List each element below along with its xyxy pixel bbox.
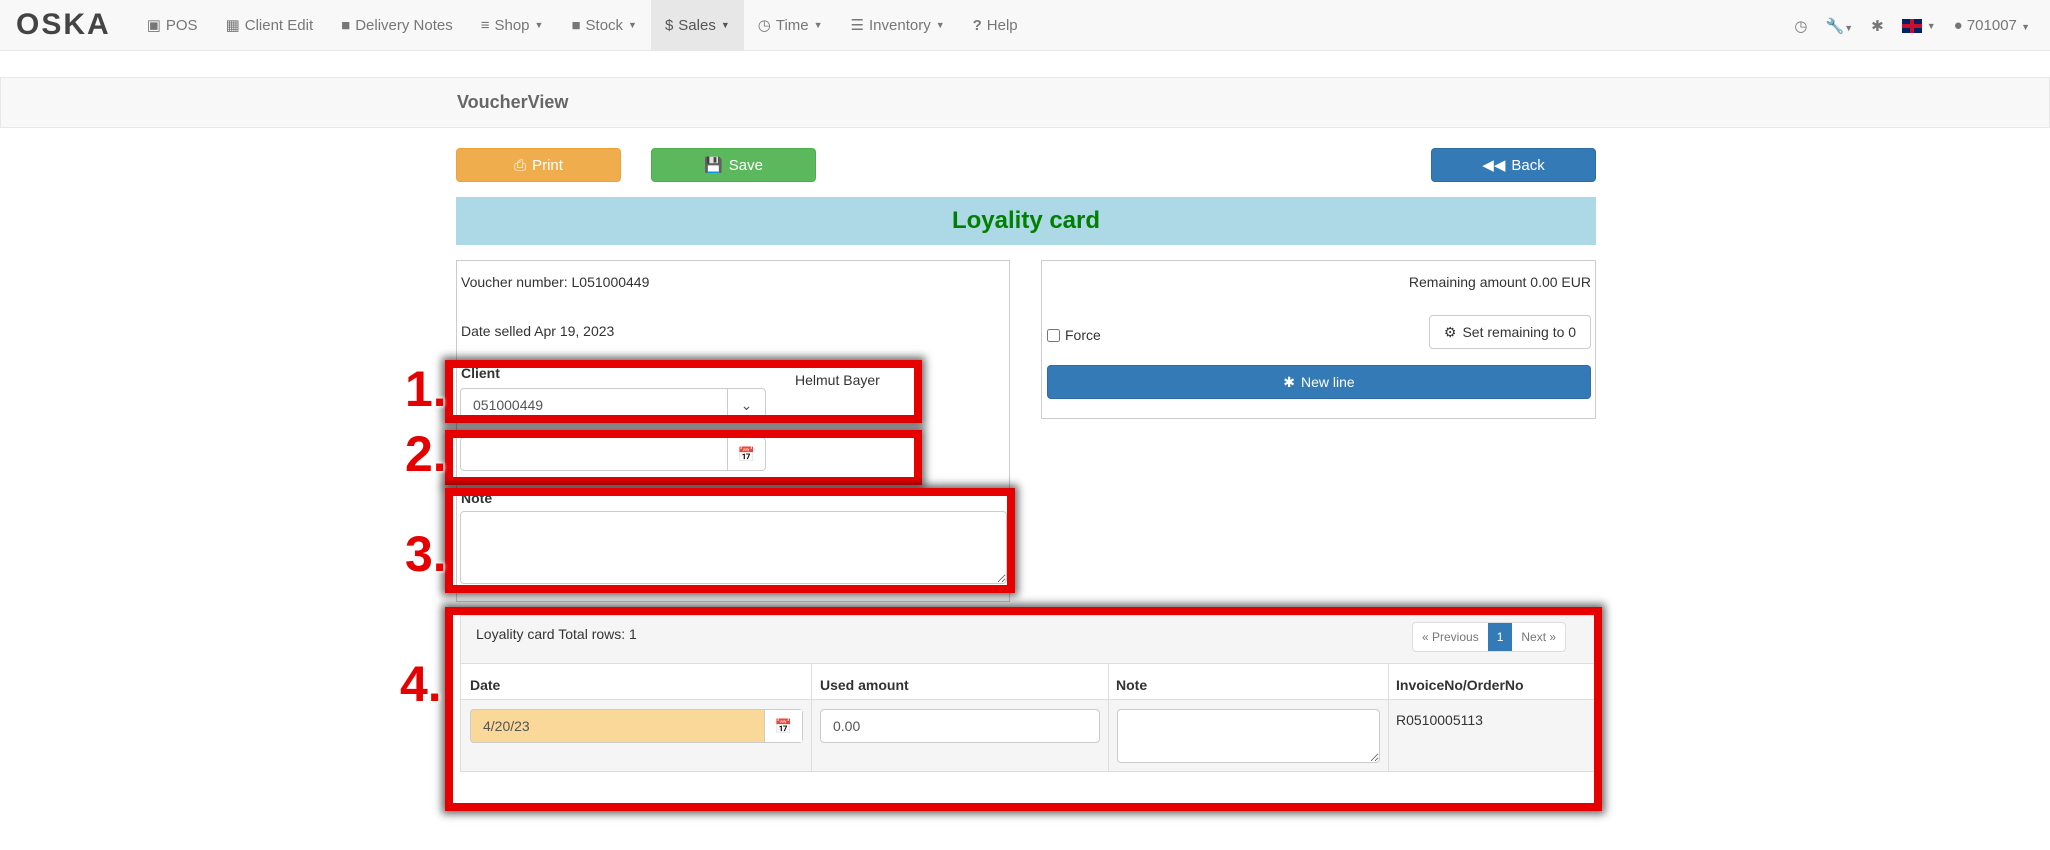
nav-stock[interactable]: ■ Stock ▼ bbox=[557, 0, 651, 51]
print-button[interactable]: ⎙ Print bbox=[456, 148, 621, 182]
language-dropdown[interactable]: ▼ bbox=[1901, 18, 1936, 33]
back-button[interactable]: ◀◀ Back bbox=[1431, 148, 1596, 182]
caret-down-icon: ▼ bbox=[935, 20, 945, 30]
annotation-label-1: 1. bbox=[405, 361, 447, 417]
uk-flag-icon bbox=[1901, 18, 1922, 33]
nav-help[interactable]: ? Help bbox=[959, 0, 1032, 51]
caret-down-icon: ▼ bbox=[534, 20, 544, 30]
voucher-number: Voucher number: L051000449 bbox=[461, 274, 650, 290]
shopping-bag-icon: ▣ bbox=[146, 17, 161, 34]
asterisk-icon: ✱ bbox=[1283, 373, 1296, 390]
force-checkbox-row[interactable]: Force bbox=[1047, 327, 1101, 343]
set-remaining-button[interactable]: ⚙ Set remaining to 0 bbox=[1429, 315, 1591, 349]
remaining-amount: Remaining amount 0.00 EUR bbox=[1408, 274, 1591, 290]
annotation-box-4 bbox=[445, 607, 1602, 811]
contact-card-icon: ▦ bbox=[225, 17, 240, 34]
nav-time[interactable]: ◷ Time ▼ bbox=[744, 0, 837, 51]
sliders-icon: ≡ bbox=[480, 16, 490, 34]
bug-icon[interactable]: ✱ bbox=[1871, 17, 1884, 35]
page-title: VoucherView bbox=[457, 92, 569, 112]
annotation-box-2 bbox=[445, 430, 922, 485]
archive-icon: ■ bbox=[571, 16, 581, 34]
voucher-type-banner: Loyality card bbox=[456, 197, 1596, 245]
navbar: OSKA ▣ POS ▦ Client Edit ■ Delivery Notes ≡… bbox=[0, 0, 2050, 51]
user-icon: ● bbox=[1953, 17, 1963, 34]
caret-down-icon: ▼ bbox=[720, 20, 730, 30]
nav-pos[interactable]: ▣ POS bbox=[133, 0, 212, 51]
archive-icon: ■ bbox=[341, 16, 351, 34]
user-menu[interactable]: ● 701007 ▼ bbox=[1954, 17, 2030, 34]
annotation-box-3 bbox=[445, 488, 1015, 593]
new-line-button[interactable]: ✱ New line bbox=[1047, 365, 1591, 399]
clock-icon: ◷ bbox=[757, 17, 771, 34]
nav-shop[interactable]: ≡ Shop ▼ bbox=[467, 0, 558, 51]
backward-icon: ◀◀ bbox=[1482, 157, 1506, 174]
annotation-box-1 bbox=[445, 360, 922, 423]
nav-delivery-notes[interactable]: ■ Delivery Notes bbox=[327, 0, 467, 51]
question-icon: ? bbox=[972, 16, 982, 34]
list-icon: ☰ bbox=[850, 17, 864, 34]
annotation-label-2: 2. bbox=[405, 426, 447, 482]
annotation-label-3: 3. bbox=[405, 526, 447, 582]
gears-icon: ⚙ bbox=[1443, 323, 1457, 340]
wrench-icon[interactable]: 🔧▼ bbox=[1826, 17, 1854, 35]
save-button[interactable]: 💾 Save bbox=[651, 148, 816, 182]
floppy-icon: 💾 bbox=[704, 157, 723, 174]
page-header: VoucherView bbox=[0, 77, 2050, 128]
annotation-label-4: 4. bbox=[400, 656, 442, 712]
clock-icon[interactable]: ◷ bbox=[1794, 17, 1807, 35]
print-icon: ⎙ bbox=[514, 156, 527, 174]
dollar-icon: $ bbox=[664, 16, 674, 34]
caret-down-icon: ▼ bbox=[813, 20, 823, 30]
caret-down-icon: ▼ bbox=[628, 20, 637, 30]
force-checkbox[interactable] bbox=[1047, 328, 1060, 342]
brand-logo[interactable]: OSKA bbox=[16, 8, 111, 42]
nav-sales[interactable]: $ Sales ▼ bbox=[650, 0, 744, 51]
date-sold: Date selled Apr 19, 2023 bbox=[461, 323, 615, 339]
nav-inventory[interactable]: ☰ Inventory ▼ bbox=[837, 0, 959, 51]
nav-client-edit[interactable]: ▦ Client Edit bbox=[212, 0, 328, 51]
